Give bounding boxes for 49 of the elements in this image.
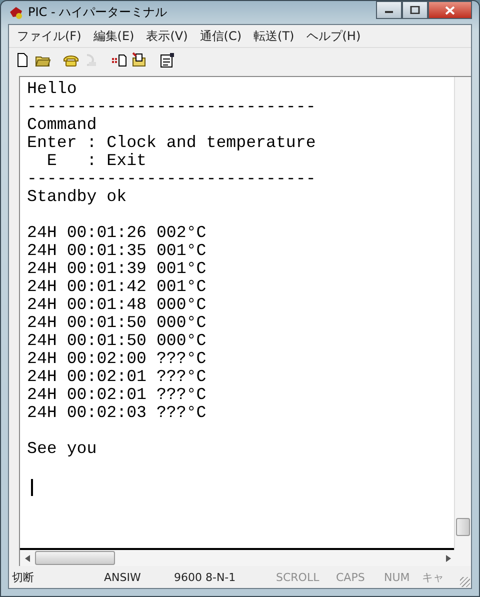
vertical-scrollbar[interactable] [454, 77, 471, 550]
terminal-line: 24H 00:01:35 001°C [27, 242, 208, 260]
terminal-line: 24H 00:01:26 002°C [27, 224, 208, 242]
window-title: PIC - ハイパーターミナル [28, 4, 168, 20]
close-icon [445, 6, 455, 14]
terminal-line: 24H 00:01:42 001°C [27, 278, 208, 296]
terminal-line: See you [27, 440, 98, 458]
folder-document-icon[interactable] [131, 52, 147, 68]
terminal-line: 24H 00:01:50 000°C [27, 332, 208, 350]
maximize-icon [410, 6, 420, 14]
menu-item[interactable]: ファイル(F) [11, 26, 88, 46]
terminal-line: ----------------------------- [27, 170, 317, 188]
scrollbar-thumb[interactable] [35, 551, 115, 565]
terminal-line: 24H 00:01:48 000°C [27, 296, 208, 314]
menu-item[interactable]: 転送(T) [248, 26, 300, 46]
status-text: 9600 8-N-1 [174, 570, 237, 584]
maximize-button[interactable] [402, 1, 428, 19]
right-arrow-icon[interactable] [446, 554, 451, 562]
terminal-line: ----------------------------- [27, 98, 317, 116]
left-arrow-icon[interactable] [25, 554, 30, 562]
terminal-line: 24H 00:02:00 ???°C [27, 350, 208, 368]
terminal-line: E : Exit [46, 152, 148, 170]
terminal-line: Hello [27, 80, 78, 98]
properties-icon[interactable] [159, 52, 175, 68]
terminal-line: 24H 00:01:50 000°C [27, 314, 208, 332]
menu-item[interactable]: ヘルプ(H) [300, 26, 367, 46]
terminal-line: Enter : Clock and temperature [27, 134, 317, 152]
horizontal-scrollbar[interactable] [20, 550, 471, 566]
status-text: CAPS [336, 570, 366, 584]
status-text: 切断 [11, 570, 35, 584]
menu-item[interactable]: 通信(C) [194, 26, 248, 46]
terminal-screen[interactable] [20, 77, 454, 550]
terminal-line: 24H 00:02:03 ???°C [27, 404, 208, 422]
menu-item[interactable]: 編集(E) [87, 26, 140, 46]
status-text: SCROLL [276, 570, 320, 584]
terminal-line: 24H 00:02:01 ???°C [27, 368, 208, 386]
minimize-button[interactable] [376, 1, 402, 19]
terminal-line: Standby ok [27, 188, 128, 206]
status-text: キャ [422, 570, 444, 584]
scrollbar-thumb[interactable] [456, 518, 470, 536]
terminal-line: 24H 00:01:39 001°C [27, 260, 208, 278]
terminal-line: Command [27, 116, 98, 134]
document-icon[interactable] [111, 52, 127, 68]
menu-item[interactable]: 表示(V) [140, 26, 194, 46]
terminal-line: 24H 00:02:01 ???°C [27, 386, 208, 404]
status-text: ANSIW [104, 570, 142, 584]
status-text: NUM [384, 570, 411, 584]
close-button[interactable] [428, 1, 472, 19]
resize-grip[interactable] [460, 577, 470, 587]
